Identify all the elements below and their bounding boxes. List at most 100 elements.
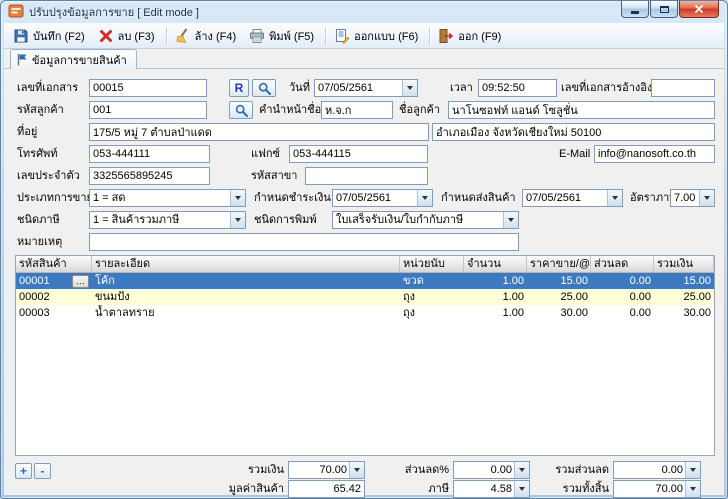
customer-code-input[interactable] (89, 101, 207, 119)
total-discount-dropdown-button[interactable] (685, 462, 700, 478)
table-row[interactable]: 00001 … โค้ก ขวด 1.00 15.00 0.00 15.00 (16, 273, 714, 289)
col-price[interactable]: ราคาขาย/@ (527, 256, 591, 272)
tax-box[interactable]: 4.58 (453, 480, 530, 498)
items-grid: รหัสสินค้า รายละเอียด หน่วยนับ จำนวน ราค… (15, 255, 715, 456)
sale-type-combo[interactable]: 1 = สด (89, 189, 246, 207)
ellipsis-button[interactable]: … (72, 274, 89, 288)
goods-value-box: 65.42 (288, 480, 365, 498)
delivery-date-combo[interactable]: 07/05/2561 (522, 189, 623, 207)
tab-sale-data[interactable]: ข้อมูลการขายสินค้า (10, 49, 137, 69)
save-button[interactable]: บันทึก (F2) (8, 25, 93, 47)
branch-code-input[interactable] (305, 167, 428, 185)
ref-doc-input[interactable] (651, 79, 715, 97)
branch-code-label: รหัสสาขา (251, 170, 298, 182)
add-row-button[interactable]: + (15, 463, 32, 479)
tax-rate-value: 7.00 (674, 192, 696, 204)
design-button[interactable]: ออกแบบ (F6) (329, 25, 426, 47)
tax-dropdown-button[interactable] (514, 481, 529, 497)
fax-input[interactable] (289, 145, 428, 163)
exit-button-label: ออก (F9) (458, 30, 502, 43)
remark-input[interactable] (89, 233, 519, 251)
doc-search-button[interactable] (252, 79, 276, 97)
col-total[interactable]: รวมเงิน (654, 256, 714, 272)
payment-due-combo[interactable]: 07/05/2561 (332, 189, 433, 207)
date-dropdown-button[interactable] (402, 80, 417, 96)
total-discount-box[interactable]: 0.00 (613, 461, 701, 479)
cell-unit: ถุง (403, 291, 416, 303)
tax-type-combo[interactable]: 1 = สินค้ารวมภาษี (89, 211, 246, 229)
clear-button[interactable]: ล้าง (F4) (170, 25, 245, 47)
col-unit[interactable]: หน่วยนับ (400, 256, 464, 272)
table-row[interactable]: 00002 ขนมปัง ถุง 1.00 25.00 0.00 25.00 (16, 289, 714, 305)
email-input[interactable] (594, 145, 715, 163)
r-button[interactable]: R (229, 79, 249, 97)
address-line2-input[interactable] (432, 123, 715, 141)
discount-percent-dropdown-button[interactable] (514, 462, 529, 478)
minimize-button[interactable] (621, 1, 649, 18)
tax-value: 4.58 (490, 483, 512, 495)
grand-total-box[interactable]: 70.00 (613, 480, 701, 498)
app-window: ปรับปรุงข้อมูลการขาย [ Edit mode ] บันทึ… (0, 0, 728, 499)
customer-search-button[interactable] (229, 101, 253, 119)
customer-name-label: ชื่อลูกค้า (399, 104, 441, 116)
total-amount-label: รวมเงิน (248, 464, 284, 476)
toolbar-separator (165, 26, 167, 45)
cell-product-code: 00001 … (16, 273, 92, 289)
print-type-combo[interactable]: ใบเสร็จรับเงิน/ใบกำกับภาษี (332, 211, 519, 229)
col-product-code[interactable]: รหัสสินค้า (16, 256, 92, 272)
total-amount-dropdown-button[interactable] (349, 462, 364, 478)
tax-type-value: 1 = สินค้ารวมภาษี (93, 214, 180, 226)
chevron-down-icon (690, 468, 696, 472)
exit-button[interactable]: ออก (F9) (433, 25, 509, 47)
address-line1-input[interactable] (89, 123, 429, 141)
save-button-label: บันทึก (F2) (33, 30, 85, 43)
sale-type-dropdown-button[interactable] (230, 190, 245, 206)
window-title: ปรับปรุงข้อมูลการขาย [ Edit mode ] (29, 7, 199, 19)
chevron-down-icon (519, 468, 525, 472)
remove-row-button[interactable]: - (34, 463, 51, 479)
doc-no-label: เลขที่เอกสาร (17, 82, 79, 94)
date-combo[interactable]: 07/05/2561 (314, 79, 418, 97)
tax-rate-dropdown-button[interactable] (699, 190, 714, 206)
delivery-date-dropdown-button[interactable] (607, 190, 622, 206)
address-label: ที่อยู่ (17, 126, 38, 138)
col-discount[interactable]: ส่วนลด (591, 256, 654, 272)
doc-no-input[interactable] (89, 79, 207, 97)
delete-icon (99, 29, 112, 42)
titlebar[interactable]: ปรับปรุงข้อมูลการขาย [ Edit mode ] (1, 1, 727, 23)
print-type-dropdown-button[interactable] (503, 212, 518, 228)
email-label: E-Mail (559, 148, 591, 160)
cell-product-code: 00003 (19, 307, 50, 319)
print-button-label: พิมพ์ (F5) (269, 30, 315, 43)
chevron-down-icon (354, 468, 360, 472)
payment-due-dropdown-button[interactable] (417, 190, 432, 206)
save-icon (14, 29, 28, 42)
total-amount-box[interactable]: 70.00 (288, 461, 365, 479)
fax-label: แฟกซ์ (251, 148, 281, 160)
tax-type-dropdown-button[interactable] (230, 212, 245, 228)
delete-button[interactable]: ลบ (F3) (93, 25, 163, 47)
tab-label: ข้อมูลการขายสินค้า (32, 54, 127, 67)
table-row[interactable]: 00003 น้ำตาลทราย ถุง 1.00 30.00 0.00 30.… (16, 305, 714, 321)
close-button[interactable] (679, 1, 719, 18)
tax-id-input[interactable] (89, 167, 210, 185)
total-discount-value: 0.00 (661, 464, 683, 476)
col-quantity[interactable]: จำนวน (464, 256, 527, 272)
close-icon (695, 5, 703, 13)
grand-total-dropdown-button[interactable] (685, 481, 700, 497)
tax-rate-combo[interactable]: 7.00 (670, 189, 715, 207)
remark-label: หมายเหตุ (17, 236, 63, 248)
customer-name-input[interactable] (448, 101, 715, 119)
maximize-button[interactable] (650, 1, 678, 18)
print-button[interactable]: พิมพ์ (F5) (244, 25, 322, 47)
time-input[interactable] (478, 79, 557, 97)
phone-input[interactable] (89, 145, 210, 163)
cell-discount: 0.00 (629, 291, 651, 303)
chevron-down-icon (519, 487, 525, 491)
col-description[interactable]: รายละเอียด (92, 256, 400, 272)
cell-unit: ถุง (403, 307, 416, 319)
name-prefix-input[interactable] (321, 101, 393, 119)
cell-price: 30.00 (560, 307, 588, 319)
discount-percent-box[interactable]: 0.00 (453, 461, 530, 479)
product-code: 00001 (19, 275, 50, 287)
